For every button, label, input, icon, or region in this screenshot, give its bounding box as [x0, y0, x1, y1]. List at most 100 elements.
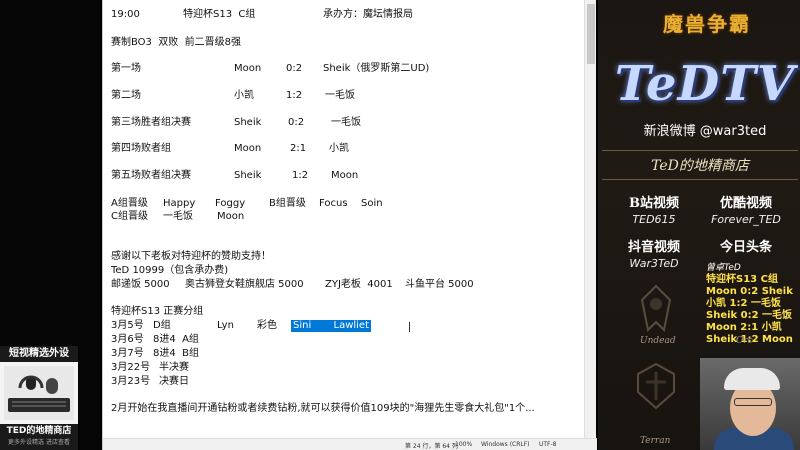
scrollbar-thumb[interactable] — [587, 4, 595, 64]
webcam-feed — [700, 358, 800, 450]
cursor-position: 第 24 行，第 64 列 — [405, 443, 458, 450]
warcraft-logo: 魔兽争霸 — [663, 12, 751, 36]
social-platform: 今日头条 — [719, 240, 772, 255]
result-line: Moon 2:1 小凯 — [706, 322, 782, 333]
result-line: Sheik 0:2 一毛饭 — [706, 310, 793, 321]
vertical-scrollbar[interactable] — [584, 0, 596, 438]
schedule-item: D组 — [153, 320, 171, 331]
match-player2: 小凯 — [329, 143, 349, 154]
sponsor-item: 奥古狮登女鞋旗舰店 5000 — [185, 279, 304, 290]
d-group-player: Lyn — [217, 320, 234, 331]
group-player: Moon — [217, 211, 245, 222]
event-host: 承办方：魔坛情报局 — [323, 9, 413, 20]
match-player2: Moon — [331, 170, 359, 181]
results-title: 特迎杯S13 C组 — [706, 274, 778, 285]
match-round: 第四场败者组 — [111, 143, 171, 154]
match-player1: Moon — [234, 63, 262, 74]
match-player2: Sheik（俄罗斯第二UD) — [323, 63, 430, 74]
social-bilibili: B站视频 TED615 — [608, 192, 700, 226]
social-handle: War3TeD — [629, 257, 679, 270]
match-round: 第五场败者组决赛 — [111, 170, 191, 181]
result-line: Moon 0:2 Sheik — [706, 286, 793, 297]
streamer-glasses — [734, 398, 772, 406]
sponsor-thanks: 感谢以下老板对特迎杯的赞助支持！ — [111, 251, 271, 262]
stream-left-strip: 短视精选外设 TED的地精商店 更多外设精选 进店查看 — [0, 0, 100, 450]
social-platform: 抖音视频 — [627, 240, 680, 255]
group-player: Foggy — [215, 198, 246, 209]
ad-title: 短视精选外设 — [0, 346, 78, 362]
selected-text[interactable]: Sini Lawliet — [291, 320, 372, 332]
social-douyin: 抖音视频 War3TeD — [608, 236, 700, 270]
shop-banner: TeD的地精商店 — [602, 150, 798, 180]
group-player: Happy — [163, 198, 196, 209]
schedule-title: 特迎杯S13 正赛分组 — [111, 306, 204, 317]
match-player1: 小凯 — [234, 90, 254, 101]
social-toutiao: 今日头条 — [700, 236, 792, 255]
schedule-date: 3月22号 — [111, 362, 151, 373]
event-title: 特迎杯S13 C组 — [183, 9, 256, 20]
match-score: 2:1 — [290, 143, 307, 154]
text-editor-area[interactable]: 19:00 特迎杯S13 C组 承办方：魔坛情报局 赛制BO3 双败 前二晋级8… — [103, 0, 585, 438]
results-updater: 曾卓TeD — [706, 263, 741, 273]
text-cursor — [409, 322, 410, 332]
sponsor-item: ZYJ老板 4001 — [325, 279, 393, 290]
schedule-item: 8进4 A组 — [153, 334, 199, 345]
sponsor-line: TeD 10999（包含承办费) — [111, 265, 229, 276]
social-handle: Forever_TED — [711, 213, 781, 226]
schedule-item: 半决赛 — [159, 362, 189, 373]
match-player1: Sheik — [234, 117, 262, 128]
group-label: B组晋级 — [269, 198, 306, 209]
social-youku: 优酷视频 Forever_TED — [700, 192, 792, 226]
format-line: 赛制BO3 双败 前二晋级8强 — [111, 37, 241, 48]
zoom-level: 100% — [455, 441, 473, 448]
match-round: 第一场 — [111, 63, 141, 74]
faction-label-orc: Orc — [736, 336, 753, 346]
group-player: Soin — [361, 198, 383, 209]
schedule-item: 决赛日 — [159, 376, 189, 387]
line-ending: Windows (CRLF) — [481, 441, 530, 448]
group-label: A组晋级 — [111, 198, 148, 209]
promo-line: 2月开始在我直播间开通钻粉或者续费钻粉,就可以获得价值109块的"海狸先生零食大… — [111, 403, 535, 414]
status-bar: 第 24 行，第 64 列 100% Windows (CRLF) UTF-8 — [103, 438, 597, 450]
match-time: 19:00 — [111, 9, 140, 20]
social-platform: 优酷视频 — [719, 196, 772, 211]
ad-product-image — [4, 366, 74, 420]
d-group-player: 彩色 — [257, 320, 277, 331]
sponsor-item: 邮递饭 5000 — [111, 279, 170, 290]
schedule-item: 8进4 B组 — [153, 348, 199, 359]
ad-subtitle: 更多外设精选 进店查看 — [8, 439, 70, 446]
match-player1: Moon — [234, 143, 262, 154]
group-player: Focus — [319, 198, 348, 209]
social-handle: TED615 — [632, 213, 676, 226]
undead-emblem-icon — [626, 284, 686, 336]
schedule-date: 3月7号 — [111, 348, 144, 359]
schedule-date: 3月23号 — [111, 376, 151, 387]
match-score: 1:2 — [286, 90, 303, 101]
schedule-date: 3月5号 — [111, 320, 144, 331]
result-line: Sheik 1:2 Moon — [706, 334, 793, 345]
ad-footer: TED的地精商店 更多外设精选 进店查看 — [0, 424, 78, 450]
match-player2: 一毛饭 — [325, 90, 355, 101]
results-overlay: 曾卓TeD 特迎杯S13 C组 Moon 0:2 Sheik 小凯 1:2 一毛… — [706, 262, 800, 346]
match-score: 0:2 — [288, 117, 305, 128]
schedule-date: 3月6号 — [111, 334, 144, 345]
sponsor-item: 斗鱼平台 5000 — [405, 279, 474, 290]
streamer-cap — [724, 368, 780, 390]
faction-label-undead: Undead — [640, 336, 676, 346]
tedtv-logo: TeDTV — [614, 56, 796, 112]
notepad-window: 19:00 特迎杯S13 C组 承办方：魔坛情报局 赛制BO3 双败 前二晋级8… — [102, 0, 597, 450]
weibo-handle: 新浪微博 @war3ted — [643, 124, 767, 139]
human-emblem-icon — [626, 360, 686, 412]
faction-label-terran: Terran — [640, 436, 671, 446]
peripheral-ad-box: 短视精选外设 TED的地精商店 更多外设精选 进店查看 — [0, 346, 78, 450]
match-score: 0:2 — [286, 63, 303, 74]
match-round: 第三场胜者组决赛 — [111, 117, 191, 128]
result-line: 小凯 1:2 一毛饭 — [706, 298, 781, 309]
match-player1: Sheik — [234, 170, 262, 181]
group-player: 一毛饭 — [163, 211, 193, 222]
match-round: 第二场 — [111, 90, 141, 101]
encoding: UTF-8 — [539, 441, 557, 448]
social-platform: B站视频 — [629, 196, 679, 211]
ad-shop-name: TED的地精商店 — [6, 426, 72, 436]
match-player2: 一毛饭 — [331, 117, 361, 128]
